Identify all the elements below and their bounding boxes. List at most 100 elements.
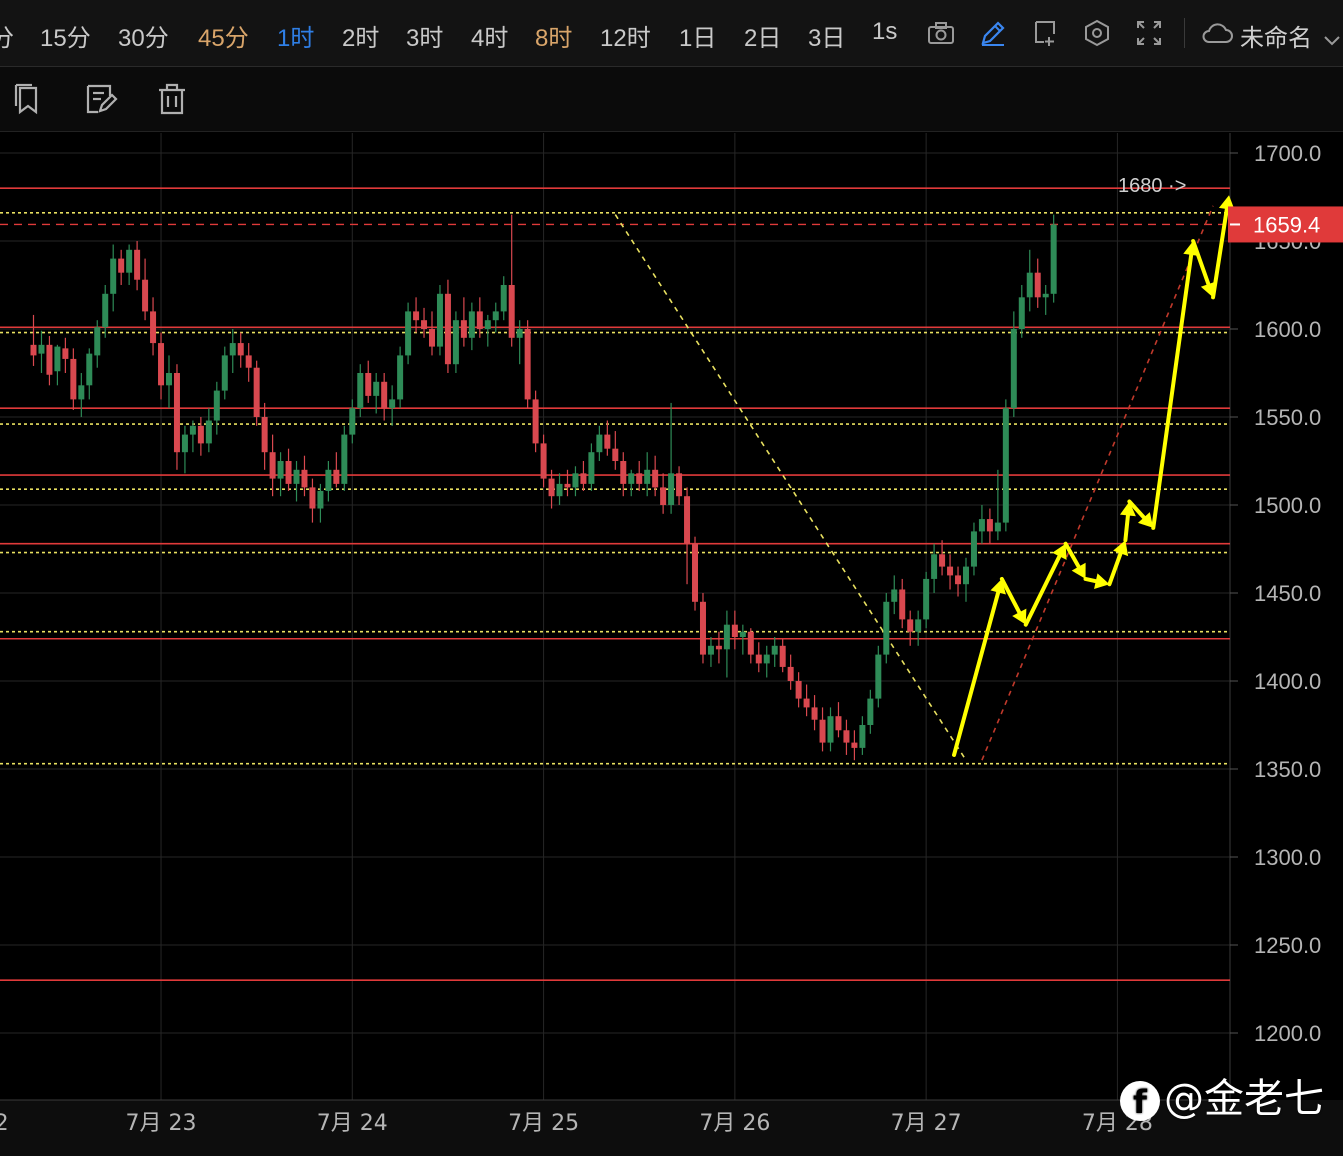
timeframe-button-1[interactable]: 15分: [40, 18, 91, 53]
candle-body-103: [851, 742, 858, 748]
candle-body-80: [668, 473, 675, 505]
timeframe-button-5[interactable]: 2时: [342, 18, 379, 53]
candle-body-84: [699, 601, 706, 655]
candlestick-chart[interactable]: 1700.01650.01600.01550.01500.01450.01400…: [0, 132, 1343, 1156]
timeframe-button-13[interactable]: 1s: [872, 18, 897, 46]
candle-body-83: [692, 543, 699, 602]
candle-body-1: [38, 344, 45, 354]
candle-body-85: [707, 645, 714, 655]
timeframe-button-0[interactable]: 分: [0, 18, 14, 53]
pencil-icon[interactable]: [978, 18, 1008, 48]
candle-body-88: [731, 624, 738, 637]
candle-body-117: [962, 566, 969, 585]
candle-body-49: [421, 320, 428, 329]
candle-body-94: [779, 645, 786, 667]
timeframe-button-6[interactable]: 3时: [406, 18, 443, 53]
candle-body-119: [978, 519, 985, 532]
candle-body-22: [205, 420, 212, 444]
timeframe-button-10[interactable]: 1日: [679, 18, 716, 53]
drawing-toolbar: [0, 67, 1343, 132]
candle-body-35: [309, 487, 316, 509]
candle-body-23: [213, 390, 220, 421]
candle-body-42: [365, 373, 372, 396]
candle-body-100: [827, 716, 834, 743]
add-window-icon[interactable]: [1030, 18, 1060, 48]
trash-icon[interactable]: [156, 82, 186, 115]
candle-body-39: [341, 434, 348, 484]
candle-body-114: [939, 554, 946, 567]
candle-body-126: [1034, 272, 1041, 298]
timeframe-button-12[interactable]: 3日: [808, 18, 845, 53]
chart-grid: [0, 133, 1231, 1101]
candle-body-60: [508, 285, 515, 338]
candle-body-43: [373, 381, 380, 396]
candle-body-76: [636, 473, 643, 484]
y-tick-label-2: 1600.0: [1254, 317, 1321, 342]
candle-body-122: [1002, 408, 1009, 523]
candle-body-20: [189, 425, 196, 435]
candle-body-27: [245, 355, 252, 368]
candle-body-65: [548, 478, 555, 497]
candle-body-121: [994, 522, 1001, 532]
bookmark-icon[interactable]: [12, 82, 42, 115]
candle-body-16: [158, 343, 165, 386]
candle-body-63: [532, 399, 539, 444]
price-tag-label: 1659.4: [1253, 212, 1320, 237]
arrow-shaft-2: [1023, 554, 1062, 627]
candle-body-17: [165, 373, 172, 386]
fullscreen-icon[interactable]: [1134, 18, 1164, 48]
edit-note-icon[interactable]: [84, 82, 118, 114]
settings-hex-icon[interactable]: [1082, 18, 1112, 48]
timeframe-button-3[interactable]: 45分: [198, 18, 249, 53]
candle-body-104: [859, 725, 866, 748]
layout-name-label: 未命名: [1240, 25, 1312, 52]
candle-body-40: [349, 408, 356, 435]
candle-body-99: [819, 719, 826, 743]
candle-body-111: [915, 619, 922, 632]
candle-body-91: [755, 654, 762, 664]
x-tick-label-0: 2: [0, 1111, 9, 1136]
timeframe-button-4[interactable]: 1时: [277, 18, 314, 53]
candle-body-24: [221, 355, 228, 391]
candle-body-107: [883, 601, 890, 655]
candle-body-81: [676, 473, 683, 497]
candle-body-29: [261, 417, 268, 453]
candle-body-11: [118, 258, 125, 273]
candle-body-77: [644, 469, 651, 484]
arrow-shaft-9: [1191, 239, 1211, 287]
y-tick-label-5: 1450.0: [1254, 581, 1321, 606]
candle-body-93: [771, 645, 778, 655]
candle-body-95: [787, 666, 794, 681]
timeframe-button-2[interactable]: 30分: [118, 18, 169, 53]
candle-body-87: [723, 624, 730, 650]
cloud-icon[interactable]: [1200, 18, 1233, 48]
candle-body-97: [803, 698, 810, 708]
timeframe-button-11[interactable]: 2日: [744, 18, 781, 53]
candle-body-32: [285, 461, 292, 484]
candle-body-70: [588, 452, 595, 484]
candle-body-26: [237, 343, 244, 356]
candle-body-52: [444, 293, 451, 365]
candle-body-69: [580, 473, 587, 484]
candle-body-58: [492, 311, 499, 321]
candle-body-12: [126, 249, 133, 273]
layout-name-dropdown[interactable]: 未命名: [1240, 18, 1341, 53]
candle-body-72: [604, 434, 611, 449]
y-tick-label-0: 1700.0: [1254, 141, 1321, 166]
candle-body-118: [970, 531, 977, 567]
candle-body-106: [875, 654, 882, 699]
candle-body-98: [811, 707, 818, 720]
timeframe-button-7[interactable]: 4时: [471, 18, 508, 53]
timeframe-button-9[interactable]: 12时: [600, 18, 651, 53]
candle-body-109: [899, 589, 906, 620]
candle-body-9: [102, 293, 109, 328]
camera-icon[interactable]: [926, 18, 956, 48]
candle-body-31: [277, 461, 284, 479]
timeframe-button-8[interactable]: 8时: [535, 18, 572, 53]
y-tick-label-8: 1300.0: [1254, 845, 1321, 870]
x-tick-label-1: 7月 23: [126, 1111, 197, 1136]
candle-body-3: [54, 346, 61, 372]
candle-body-125: [1026, 272, 1033, 298]
toolbar-separator: [1184, 18, 1185, 48]
candle-body-15: [150, 311, 157, 344]
